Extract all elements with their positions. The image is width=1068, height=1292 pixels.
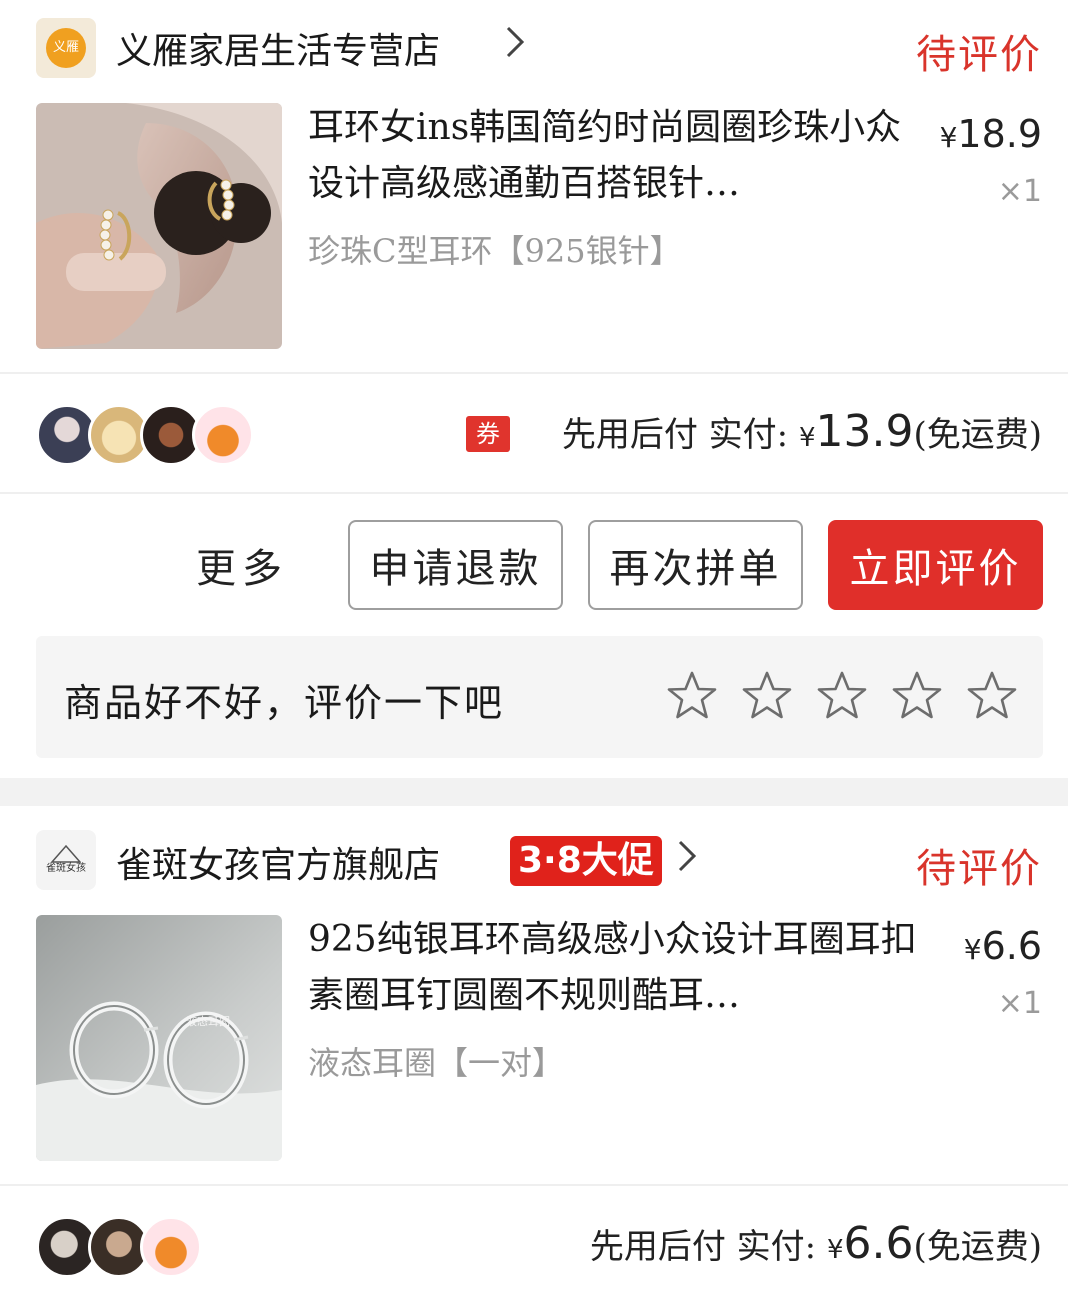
hoop-earring-photo — [36, 915, 282, 1161]
product-price: ¥18.9 — [940, 112, 1042, 156]
payment-summary: 先用后付 实付: ¥6.6(免运费) — [590, 1218, 1042, 1269]
divider — [0, 372, 1068, 374]
divider — [0, 1184, 1068, 1186]
product-sku: 液态耳圈【一对】 — [308, 1044, 565, 1082]
more-button[interactable]: 更多 — [196, 536, 288, 594]
reorder-button[interactable]: 再次拼单 — [588, 520, 803, 610]
review-now-button[interactable]: 立即评价 — [828, 520, 1043, 610]
price-symbol: ¥ — [939, 121, 958, 154]
product-quantity: ×1 — [997, 174, 1042, 209]
order-status: 待评价 — [916, 32, 1042, 78]
order-card-1: 义雁 义雁家居生活专营店 待评价 耳环女ins韩国简约时尚圆圈珍珠小众设计高级感… — [0, 0, 1068, 760]
payment-suffix: (免运费) — [913, 1227, 1042, 1267]
star-outline-icon[interactable] — [816, 670, 868, 722]
order-status: 待评价 — [916, 846, 1042, 892]
price-symbol: ¥ — [963, 933, 982, 966]
shop-name[interactable]: 义雁家居生活专营店 — [116, 22, 440, 74]
chevron-right-icon[interactable] — [676, 836, 698, 885]
star-outline-icon[interactable] — [741, 670, 793, 722]
image-watermark: 液态耳圈 — [186, 1015, 230, 1028]
group-avatars[interactable] — [36, 404, 256, 466]
shop-logo[interactable]: 雀斑女孩 — [36, 830, 96, 890]
shop-name[interactable]: 雀斑女孩官方旗舰店 — [116, 836, 440, 888]
payment-prefix: 先用后付 实付: — [561, 415, 789, 455]
refund-button[interactable]: 申请退款 — [348, 520, 563, 610]
payment-suffix: (免运费) — [913, 415, 1042, 455]
price-value: 18.9 — [957, 112, 1042, 156]
payment-prefix: 先用后付 实付: — [589, 1227, 817, 1267]
price-value: 6.6 — [981, 924, 1042, 968]
group-avatars[interactable] — [36, 1216, 206, 1278]
payment-summary: 先用后付 实付: ¥13.9(免运费) — [562, 406, 1042, 457]
shop-logo-mark: 雀斑女孩 — [46, 863, 86, 874]
product-title[interactable]: 925纯银耳环高级感小众设计耳圈耳扣素圈耳钉圆圈不规则酷耳… — [308, 912, 928, 1024]
coupon-icon: 券 — [466, 416, 510, 452]
product-thumbnail[interactable] — [36, 103, 282, 349]
chevron-right-icon[interactable] — [504, 22, 526, 71]
product-title[interactable]: 耳环女ins韩国简约时尚圆圈珍珠小众设计高级感通勤百搭银针… — [308, 100, 908, 212]
shop-logo[interactable]: 义雁 — [36, 18, 96, 78]
shop-logo-mark: 义雁 — [46, 28, 86, 68]
order-card-2: 雀斑女孩 雀斑女孩官方旗舰店 3·8大促 待评价 液态耳圈 925纯银耳环高级感… — [0, 806, 1068, 1292]
rating-panel: 商品好不好，评价一下吧 — [36, 636, 1043, 758]
avatar — [192, 404, 254, 466]
star-rating[interactable] — [666, 670, 1026, 726]
payment-amount: 13.9 — [815, 406, 914, 457]
payment-symbol: ¥ — [826, 1235, 844, 1265]
triangle-icon — [51, 845, 81, 863]
rating-prompt: 商品好不好，评价一下吧 — [64, 681, 505, 725]
star-outline-icon[interactable] — [666, 670, 718, 722]
product-quantity: ×1 — [997, 986, 1042, 1021]
avatar — [140, 1216, 202, 1278]
product-thumbnail[interactable]: 液态耳圈 — [36, 915, 282, 1161]
section-separator — [0, 778, 1068, 806]
payment-symbol: ¥ — [798, 423, 816, 453]
product-price: ¥6.6 — [964, 924, 1042, 968]
earring-photo — [36, 103, 282, 349]
promo-badge: 3·8大促 — [510, 836, 662, 886]
star-outline-icon[interactable] — [966, 670, 1018, 722]
divider — [0, 492, 1068, 494]
star-outline-icon[interactable] — [891, 670, 943, 722]
product-sku: 珍珠C型耳环【925银针】 — [308, 232, 682, 270]
payment-amount: 6.6 — [843, 1218, 914, 1269]
